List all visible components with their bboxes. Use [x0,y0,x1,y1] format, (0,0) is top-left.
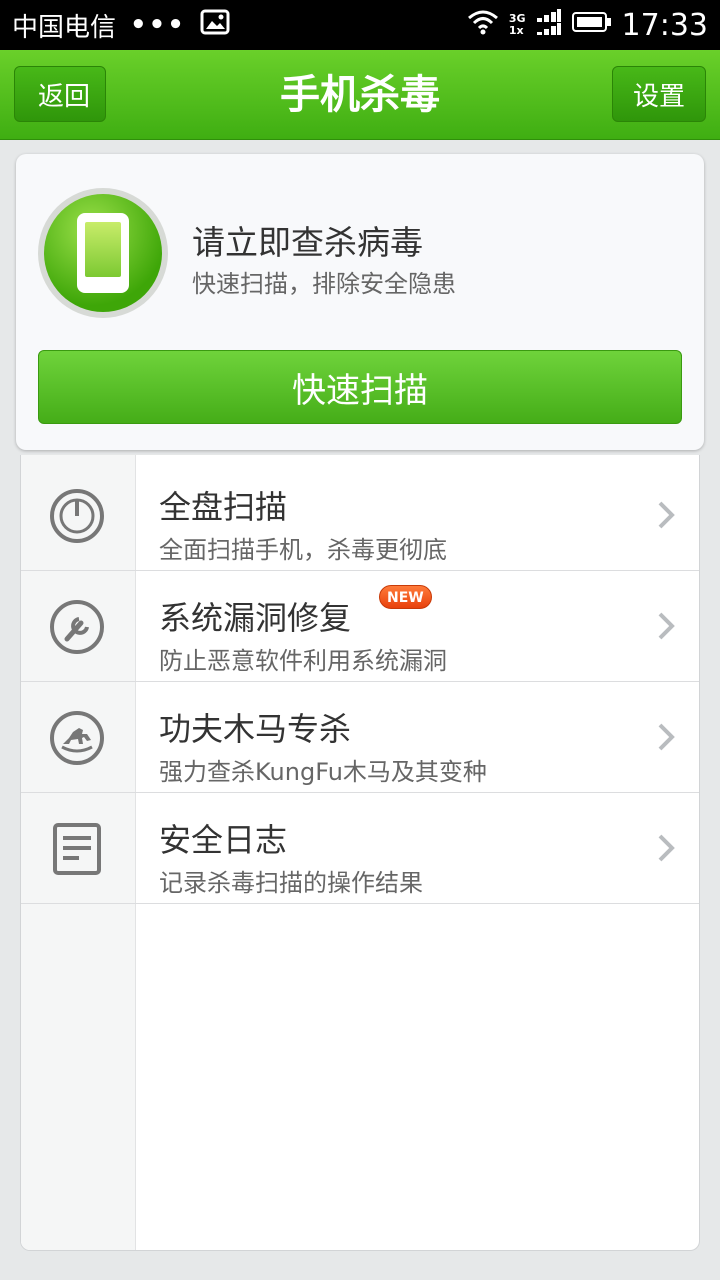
back-button-label: 返回 [37,81,90,112]
quick-scan-button-label: 快速扫描 [292,370,428,411]
title-bar: 返回 手机杀毒 设置 [0,50,720,140]
back-button[interactable]: 返回 [14,66,106,122]
list-item-title: 安全日志 [159,821,288,859]
clock: 17:33 [621,7,708,43]
signal-icon [536,8,562,43]
list-item-security-log[interactable]: 安全日志 记录杀毒扫描的操作结果 [21,793,699,904]
notification-dots: ••• [130,10,186,40]
scan-prompt-title: 请立即查杀病毒 [192,223,423,262]
scan-prompt-subtitle: 快速扫描，排除安全隐患 [192,270,456,298]
list-item-subtitle: 强力查杀KungFu木马及其变种 [159,758,487,786]
power-scan-icon [49,488,105,544]
list-item-subtitle: 记录杀毒扫描的操作结果 [159,869,423,897]
phone-status-icon [38,188,168,318]
network-type-bottom: 1x [508,24,524,37]
page-title: 手机杀毒 [280,72,440,118]
list-item-vulnerability-fix[interactable]: 系统漏洞修复 NEW 防止恶意软件利用系统漏洞 [21,571,699,682]
chevron-right-icon [651,833,681,863]
list-item-title: 全盘扫描 [159,488,288,526]
list-item-subtitle: 全面扫描手机，杀毒更彻底 [159,536,447,564]
chevron-right-icon [651,611,681,641]
settings-button-label: 设置 [632,81,685,112]
list-item-subtitle: 防止恶意软件利用系统漏洞 [159,647,447,675]
list-item-title: 功夫木马专杀 [159,710,352,748]
quick-scan-card: 请立即查杀病毒 快速扫描，排除安全隐患 快速扫描 [16,154,704,450]
battery-icon [571,10,612,41]
document-icon [49,821,105,877]
quick-scan-button[interactable]: 快速扫描 [38,350,682,424]
chevron-right-icon [651,722,681,752]
list-item-full-scan[interactable]: 全盘扫描 全面扫描手机，杀毒更彻底 [21,460,699,571]
wrench-icon [49,599,105,655]
list-item-title: 系统漏洞修复 [159,599,352,637]
network-indicator: 3G 1x [509,13,526,37]
chevron-right-icon [651,500,681,530]
new-badge: NEW [379,585,432,609]
status-bar: 中国电信 ••• 3G 1x 17:33 [0,0,720,50]
settings-button[interactable]: 设置 [612,66,706,122]
wifi-icon [467,9,499,42]
rocking-horse-icon [49,710,105,766]
image-notification-icon [200,9,230,42]
list-item-kungfu-trojan[interactable]: 功夫木马专杀 强力查杀KungFu木马及其变种 [21,682,699,793]
carrier-label: 中国电信 [12,12,117,43]
feature-list: 全盘扫描 全面扫描手机，杀毒更彻底 系统漏洞修复 NEW 防止恶意软件利用系统漏… [20,455,700,1251]
